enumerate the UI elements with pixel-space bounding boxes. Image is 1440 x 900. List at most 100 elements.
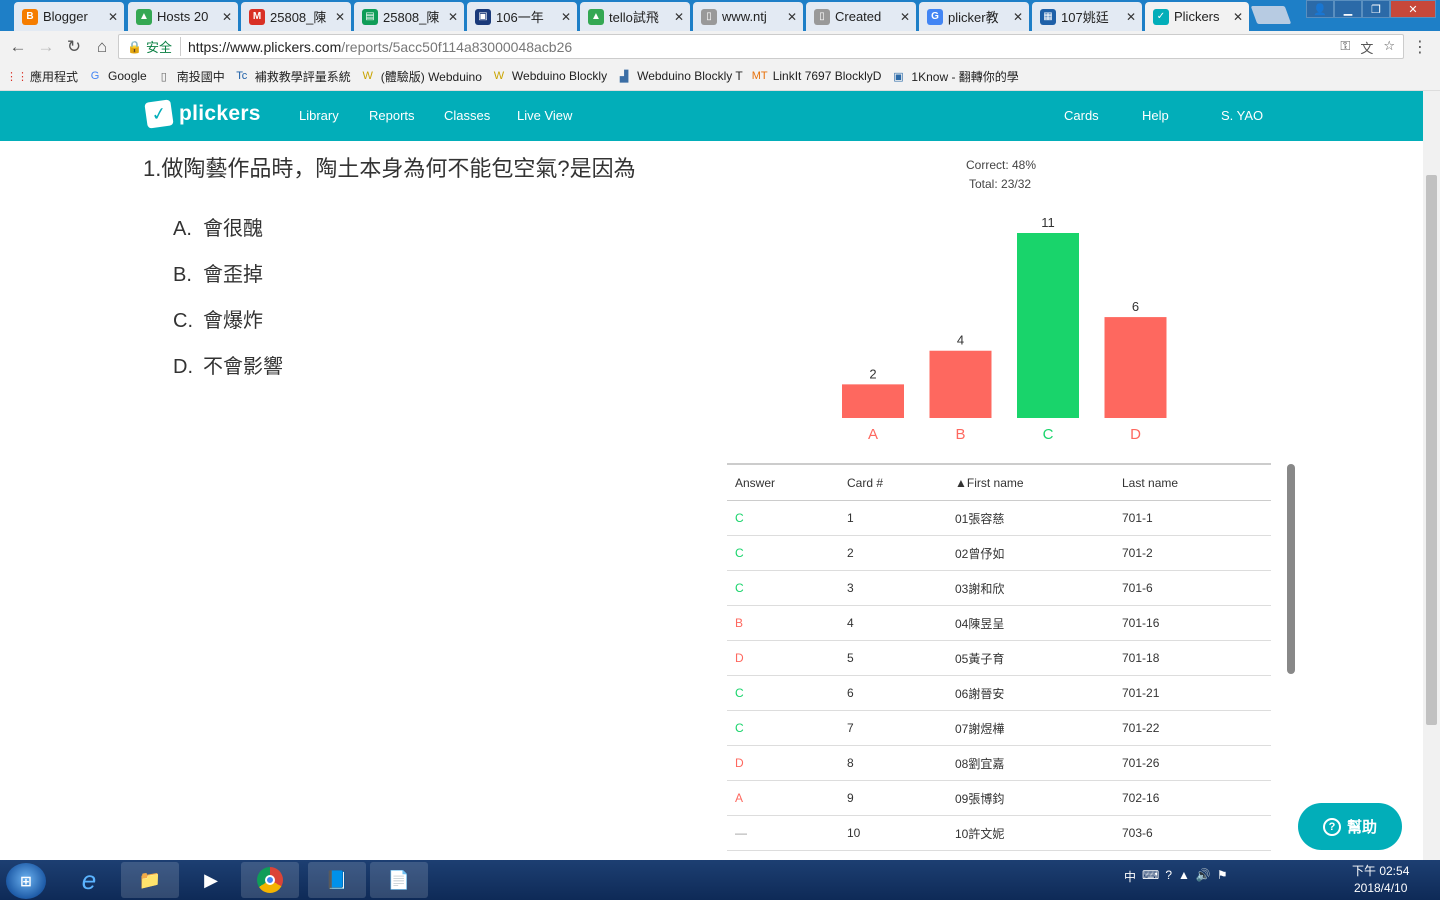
table-row[interactable]: C 2 02曾伃如 701-2 [727, 536, 1271, 571]
answer-cell: C [735, 581, 744, 595]
nav-help[interactable]: Help [1142, 108, 1169, 123]
card-number-cell: 2 [847, 546, 854, 560]
network-icon[interactable]: ▲ [1178, 868, 1190, 885]
plickers-logo[interactable]: ✓ plickers [144, 99, 261, 129]
nav-user-menu[interactable]: S. YAO [1221, 108, 1263, 123]
notepad-icon[interactable]: 📄 [370, 862, 428, 898]
tab-close-icon[interactable]: ✕ [335, 10, 345, 24]
nav-reports[interactable]: Reports [369, 108, 415, 123]
system-clock[interactable]: 下午 02:54 2018/4/10 [1352, 863, 1409, 897]
tab-close-icon[interactable]: ✕ [787, 10, 797, 24]
nav-classes[interactable]: Classes [444, 108, 490, 123]
flag-icon[interactable]: ⚑ [1217, 868, 1228, 885]
address-bar[interactable]: 🔒 安全 https://www.plickers.com/reports/5a… [118, 34, 1404, 59]
table-row[interactable]: D 8 08劉宜嘉 701-26 [727, 746, 1271, 781]
bookmark-item[interactable]: ▟ Webduino Blockly T [617, 69, 743, 83]
bookmark-item[interactable]: W Webduino Blockly [492, 69, 607, 83]
home-icon[interactable]: ⌂ [88, 37, 116, 57]
bookmark-item[interactable]: ▯ 南投國中 [157, 68, 225, 85]
chrome-icon[interactable] [241, 862, 299, 898]
volume-icon[interactable]: 🔊 [1196, 868, 1211, 885]
table-row[interactable]: C 7 07謝煜樺 701-22 [727, 711, 1271, 746]
forward-icon[interactable]: → [32, 37, 60, 57]
explorer-icon[interactable]: 📁 [121, 862, 179, 898]
start-icon[interactable]: ⊞ [6, 863, 46, 899]
tab-favicon-icon: ▲ [588, 8, 604, 25]
bookmark-item[interactable]: Tc 補救教學評量系統 [235, 68, 351, 85]
header-card-number[interactable]: Card # [847, 476, 955, 490]
browser-tab[interactable]: ▣ 106一年 ✕ [467, 2, 577, 31]
response-stats: Correct: 48% Total: 23/32 [966, 156, 1036, 194]
card-number-cell: 7 [847, 721, 854, 735]
bar-value-label: 4 [957, 333, 964, 348]
star-icon[interactable]: ☆ [1383, 38, 1395, 57]
tab-close-icon[interactable]: ✕ [1126, 10, 1136, 24]
tab-close-icon[interactable]: ✕ [222, 10, 232, 24]
tab-close-icon[interactable]: ✕ [674, 10, 684, 24]
browser-tab[interactable]: ▤ 25808_陳 ✕ [354, 2, 464, 31]
tab-close-icon[interactable]: ✕ [1233, 10, 1243, 24]
bookmark-item[interactable]: ▣ 1Know - 翻轉你的學 [891, 68, 1019, 85]
first-name-cell: 06謝晉安 [955, 686, 1005, 701]
tab-close-icon[interactable]: ✕ [1013, 10, 1023, 24]
1know-icon: ▣ [893, 70, 904, 83]
choice-a: A. 會很醜 [173, 218, 263, 240]
header-last-name[interactable]: Last name [1122, 476, 1271, 490]
browser-tab[interactable]: B Blogger ✕ [14, 2, 124, 31]
table-row[interactable]: B 4 04陳昱呈 701-16 [727, 606, 1271, 641]
nav-live-view[interactable]: Live View [517, 108, 572, 123]
table-header: Answer Card # ▲First name Last name [727, 465, 1271, 501]
browser-tab[interactable]: ▲ tello試飛 ✕ [580, 2, 690, 31]
minimize-button[interactable]: ▁ [1334, 0, 1362, 18]
tab-close-icon[interactable]: ✕ [561, 10, 571, 24]
browser-tab[interactable]: ▲ Hosts 20 ✕ [128, 2, 238, 31]
keyboard-icon[interactable]: ⌨ [1142, 868, 1159, 885]
browser-tab[interactable]: ✓ Plickers ✕ [1145, 2, 1249, 31]
writer-icon[interactable]: 📘 [308, 862, 366, 898]
bookmark-item[interactable]: W (體驗版) Webduino [361, 68, 482, 85]
media-icon[interactable]: ▶ [182, 862, 240, 898]
header-answer[interactable]: Answer [727, 476, 847, 490]
bookmark-item[interactable]: G Google [88, 69, 147, 83]
close-window-button[interactable]: ✕ [1390, 0, 1436, 18]
bookmark-item[interactable]: MT LinkIt 7697 BlocklyD [752, 69, 882, 83]
first-name-cell: 01張容慈 [955, 511, 1005, 526]
tab-title: Created [835, 9, 882, 24]
browser-tab[interactable]: Gplicker教 ✕ [919, 2, 1029, 31]
browser-tab[interactable]: M 25808_陳 ✕ [241, 2, 351, 31]
browser-tab[interactable]: ▯ Created ✕ [806, 2, 916, 31]
menu-icon[interactable]: ⋮ [1412, 37, 1428, 57]
new-tab-button[interactable] [1250, 6, 1292, 24]
table-row[interactable]: C 1 01張容慈 701-1 [727, 501, 1271, 536]
tab-favicon-icon: ▲ [136, 8, 152, 25]
table-row[interactable]: C 6 06謝晉安 701-21 [727, 676, 1271, 711]
help-button[interactable]: ? 幫助 [1298, 803, 1402, 850]
browser-tab-strip: B Blogger ✕ ▲ Hosts 20 ✕ M 25808_陳 ✕ ▤ 25808_陳 ✕ ▣ 10… [0, 0, 1440, 31]
browser-tab[interactable]: ▦ 107姚廷 ✕ [1032, 2, 1142, 31]
header-first-name[interactable]: ▲First name [955, 476, 1122, 490]
translate-icon[interactable]: 文 [1360, 38, 1373, 57]
key-icon[interactable]: ⚿ [1340, 38, 1350, 57]
ie-icon[interactable]: e [60, 862, 118, 898]
back-icon[interactable]: ← [4, 37, 32, 57]
tab-close-icon[interactable]: ✕ [900, 10, 910, 24]
page-scrollbar-thumb[interactable] [1426, 175, 1437, 725]
tab-close-icon[interactable]: ✕ [108, 10, 118, 24]
nav-library[interactable]: Library [299, 108, 339, 123]
user-icon[interactable]: 👤 [1306, 0, 1334, 18]
table-row[interactable]: A 9 09張博鈞 702-16 [727, 781, 1271, 816]
table-row[interactable]: C 3 03謝和欣 701-6 [727, 571, 1271, 606]
nav-cards[interactable]: Cards [1064, 108, 1099, 123]
tab-title: 25808_陳 [383, 10, 440, 25]
reload-icon[interactable]: ↻ [60, 37, 88, 57]
table-row[interactable]: D 5 05黃子育 701-18 [727, 641, 1271, 676]
table-row[interactable]: — 10 10許文妮 703-6 [727, 816, 1271, 851]
browser-tab[interactable]: ▯ www.ntj ✕ [693, 2, 803, 31]
bookmark-item[interactable]: ⋮⋮ 應用程式 [6, 68, 78, 85]
tab-close-icon[interactable]: ✕ [448, 10, 458, 24]
table-scrollbar[interactable] [1287, 464, 1295, 674]
restore-button[interactable]: ❐ [1362, 0, 1390, 18]
ime-icon[interactable]: 中 [1124, 868, 1136, 885]
help-tray-icon[interactable]: ? [1165, 868, 1172, 885]
tab-favicon-icon: ▤ [362, 8, 378, 25]
